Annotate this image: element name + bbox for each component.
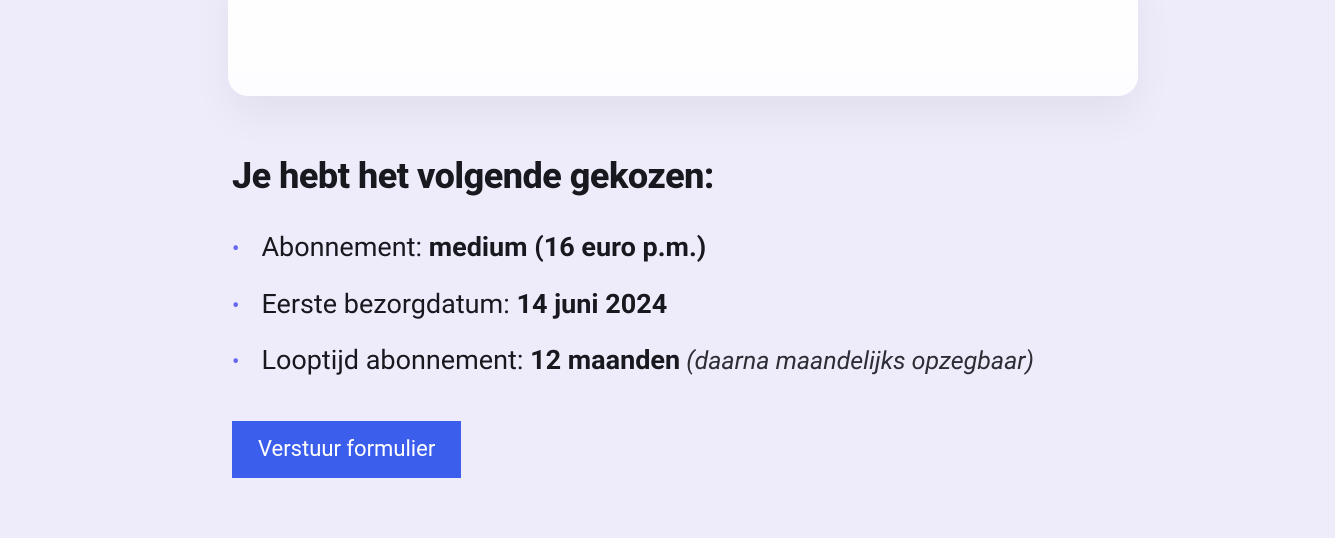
item-label: Abonnement: (261, 231, 428, 263)
list-item-text: Eerste bezorgdatum: 14 juni 2024 (261, 284, 667, 325)
submit-button[interactable]: Verstuur formulier (232, 421, 461, 478)
item-value: 12 maanden (530, 344, 680, 376)
list-item: • Abonnement: medium (16 euro p.m.) (232, 227, 1132, 268)
item-note: (daarna maandelijks opzegbaar) (680, 347, 1034, 376)
summary-list: • Abonnement: medium (16 euro p.m.) • Ee… (232, 227, 1132, 381)
item-value: medium (16 euro p.m.) (429, 231, 707, 263)
summary-section: Je hebt het volgende gekozen: • Abonneme… (232, 155, 1132, 478)
item-label: Looptijd abonnement: (261, 344, 530, 376)
item-label: Eerste bezorgdatum: (261, 288, 516, 320)
card-placeholder (228, 0, 1138, 96)
list-item: • Looptijd abonnement: 12 maanden (daarn… (232, 340, 1132, 381)
list-item-text: Looptijd abonnement: 12 maanden (daarna … (261, 340, 1034, 381)
bullet-icon: • (232, 290, 239, 323)
bullet-icon: • (232, 233, 239, 266)
summary-heading: Je hebt het volgende gekozen: (232, 155, 1132, 197)
list-item: • Eerste bezorgdatum: 14 juni 2024 (232, 284, 1132, 325)
item-value: 14 juni 2024 (516, 288, 667, 320)
list-item-text: Abonnement: medium (16 euro p.m.) (261, 227, 706, 268)
bullet-icon: • (232, 346, 239, 379)
